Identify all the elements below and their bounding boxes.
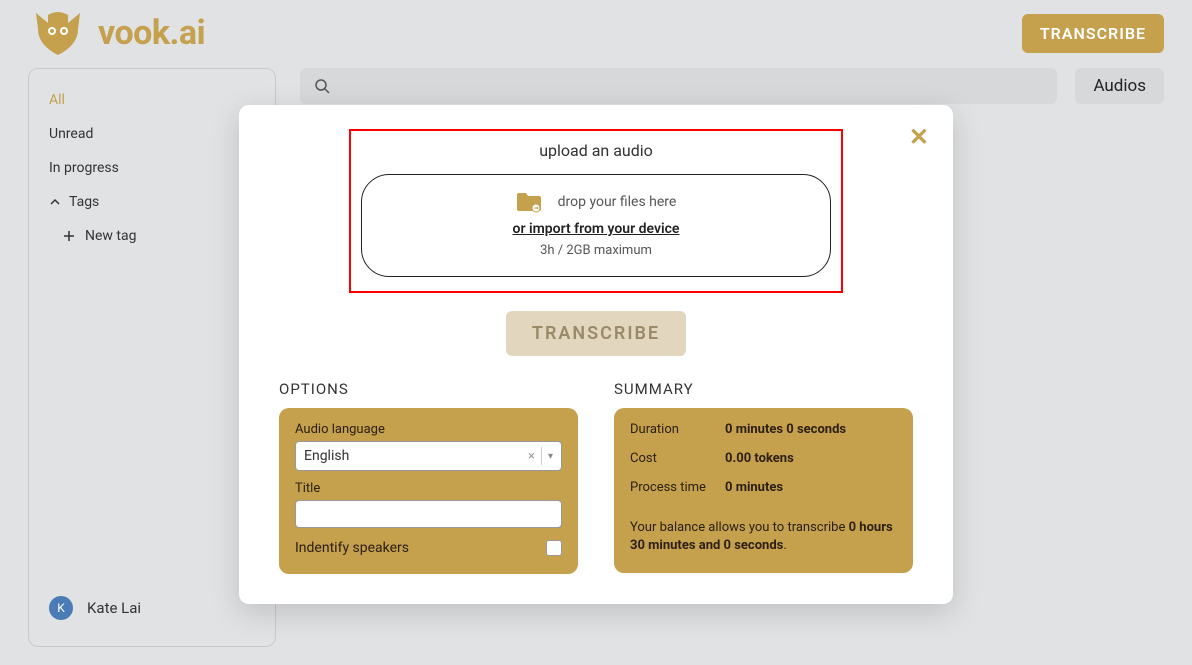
upload-highlight: upload an audio drop your files here or … bbox=[349, 129, 843, 293]
close-icon[interactable]: ✕ bbox=[909, 123, 929, 151]
upload-modal: ✕ upload an audio drop your files here o… bbox=[239, 105, 953, 604]
folder-icon bbox=[516, 191, 542, 213]
drop-text: drop your files here bbox=[558, 194, 677, 210]
upload-title: upload an audio bbox=[361, 141, 831, 160]
process-value: 0 minutes bbox=[725, 480, 783, 495]
duration-value: 0 minutes 0 seconds bbox=[725, 422, 846, 437]
speakers-label: Indentify speakers bbox=[295, 540, 409, 556]
duration-label: Duration bbox=[630, 422, 725, 437]
clear-icon[interactable]: × bbox=[528, 449, 535, 464]
options-panel: OPTIONS Audio language English × ▾ Title… bbox=[279, 380, 578, 574]
cost-label: Cost bbox=[630, 451, 725, 466]
title-label: Title bbox=[295, 481, 562, 496]
title-input[interactable] bbox=[295, 500, 562, 528]
max-text: 3h / 2GB maximum bbox=[382, 243, 810, 258]
language-label: Audio language bbox=[295, 422, 562, 437]
balance-text: Your balance allows you to transcribe 0 … bbox=[630, 519, 897, 555]
summary-panel: SUMMARY Duration 0 minutes 0 seconds Cos… bbox=[614, 380, 913, 574]
modal-backdrop: ✕ upload an audio drop your files here o… bbox=[0, 0, 1192, 665]
summary-heading: SUMMARY bbox=[614, 380, 913, 398]
options-heading: OPTIONS bbox=[279, 380, 578, 398]
language-select[interactable]: English × ▾ bbox=[295, 441, 562, 471]
transcribe-button[interactable]: TRANSCRIBE bbox=[506, 311, 686, 356]
import-link[interactable]: or import from your device bbox=[382, 221, 810, 237]
dropzone[interactable]: drop your files here or import from your… bbox=[361, 174, 831, 277]
process-label: Process time bbox=[630, 480, 725, 495]
chevron-down-icon: ▾ bbox=[548, 451, 553, 462]
speakers-checkbox[interactable] bbox=[546, 540, 562, 556]
language-value: English bbox=[304, 448, 528, 464]
cost-value: 0.00 tokens bbox=[725, 451, 794, 466]
